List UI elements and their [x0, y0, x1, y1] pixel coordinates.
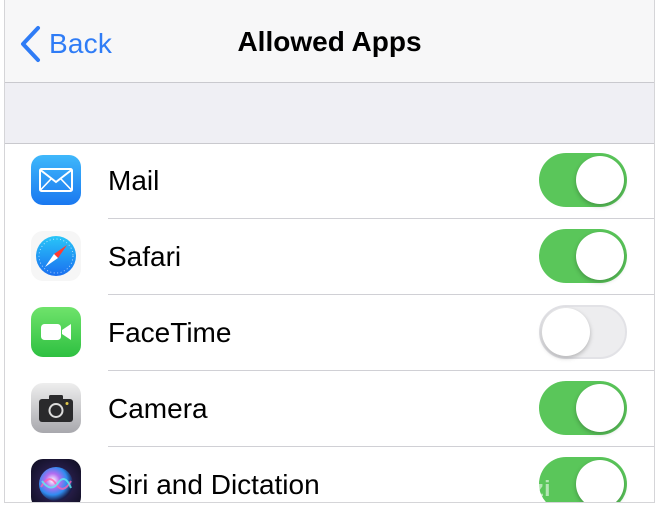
toggle-knob [576, 232, 624, 280]
app-label: Mail [108, 165, 160, 196]
camera-icon [31, 383, 81, 433]
watermark-text: mazi [500, 476, 551, 501]
app-label: Camera [108, 393, 208, 424]
mail-toggle[interactable] [539, 153, 627, 207]
camera-toggle[interactable] [539, 381, 627, 435]
app-label: Siri and Dictation [108, 469, 320, 500]
app-row-facetime: FaceTime [5, 295, 654, 371]
siri-toggle[interactable] [539, 457, 627, 502]
app-row-mail: Mail [5, 143, 654, 219]
safari-toggle[interactable] [539, 229, 627, 283]
safari-icon [31, 231, 81, 281]
navigation-bar: Back Allowed Apps [5, 0, 654, 83]
toggle-knob [576, 460, 624, 502]
toggle-knob [576, 384, 624, 432]
page-title: Allowed Apps [237, 26, 422, 57]
app-row-camera: Camera [5, 371, 654, 447]
app-row-siri: Siri and Dictation [5, 447, 654, 502]
siri-icon [31, 459, 81, 502]
mail-icon [31, 155, 81, 205]
toggle-knob [576, 156, 624, 204]
toggle-knob [542, 308, 590, 356]
app-label: Safari [108, 241, 182, 272]
facetime-toggle[interactable] [539, 305, 627, 359]
facetime-icon [31, 307, 81, 357]
app-label: FaceTime [108, 317, 232, 348]
section-spacer [5, 83, 654, 144]
app-row-safari: Safari [5, 219, 654, 295]
settings-screen: Back Allowed Apps Mail Safari FaceTime C… [4, 0, 655, 503]
